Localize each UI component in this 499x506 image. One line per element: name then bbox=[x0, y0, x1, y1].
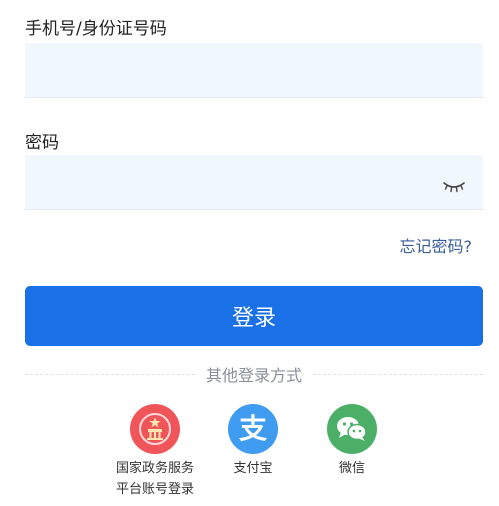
login-page: 手机号/身份证号码 密码 忘记密码? 登录 其他登录方式 国家政务服务 平台账号… bbox=[0, 0, 499, 506]
wechat-label: 微信 bbox=[338, 461, 365, 476]
wechat-login-option[interactable]: 微信 bbox=[297, 404, 407, 479]
alipay-glyph: 支 bbox=[238, 412, 267, 445]
gov-platform-label-line2: 平台账号登录 bbox=[115, 482, 194, 497]
password-input[interactable] bbox=[25, 155, 483, 210]
divider-line-right bbox=[313, 374, 483, 375]
other-login-methods-label: 其他登录方式 bbox=[205, 366, 302, 385]
phone-id-label: 手机号/身份证号码 bbox=[25, 19, 167, 39]
divider-line-left bbox=[25, 374, 195, 375]
gov-platform-label-line1: 国家政务服务 bbox=[115, 461, 194, 476]
alipay-login-option[interactable]: 支 支付宝 bbox=[198, 404, 308, 479]
password-label: 密码 bbox=[25, 133, 59, 153]
alipay-label: 支付宝 bbox=[233, 461, 273, 476]
forgot-password-link[interactable]: 忘记密码? bbox=[400, 233, 473, 257]
alipay-icon: 支 bbox=[228, 404, 278, 454]
login-button[interactable]: 登录 bbox=[25, 286, 483, 346]
toggle-password-visibility-icon[interactable] bbox=[443, 181, 465, 193]
wechat-icon bbox=[327, 404, 377, 454]
national-emblem-icon bbox=[130, 404, 180, 454]
gov-platform-login-option[interactable]: 国家政务服务 平台账号登录 bbox=[100, 404, 210, 500]
phone-id-input[interactable] bbox=[25, 43, 483, 98]
